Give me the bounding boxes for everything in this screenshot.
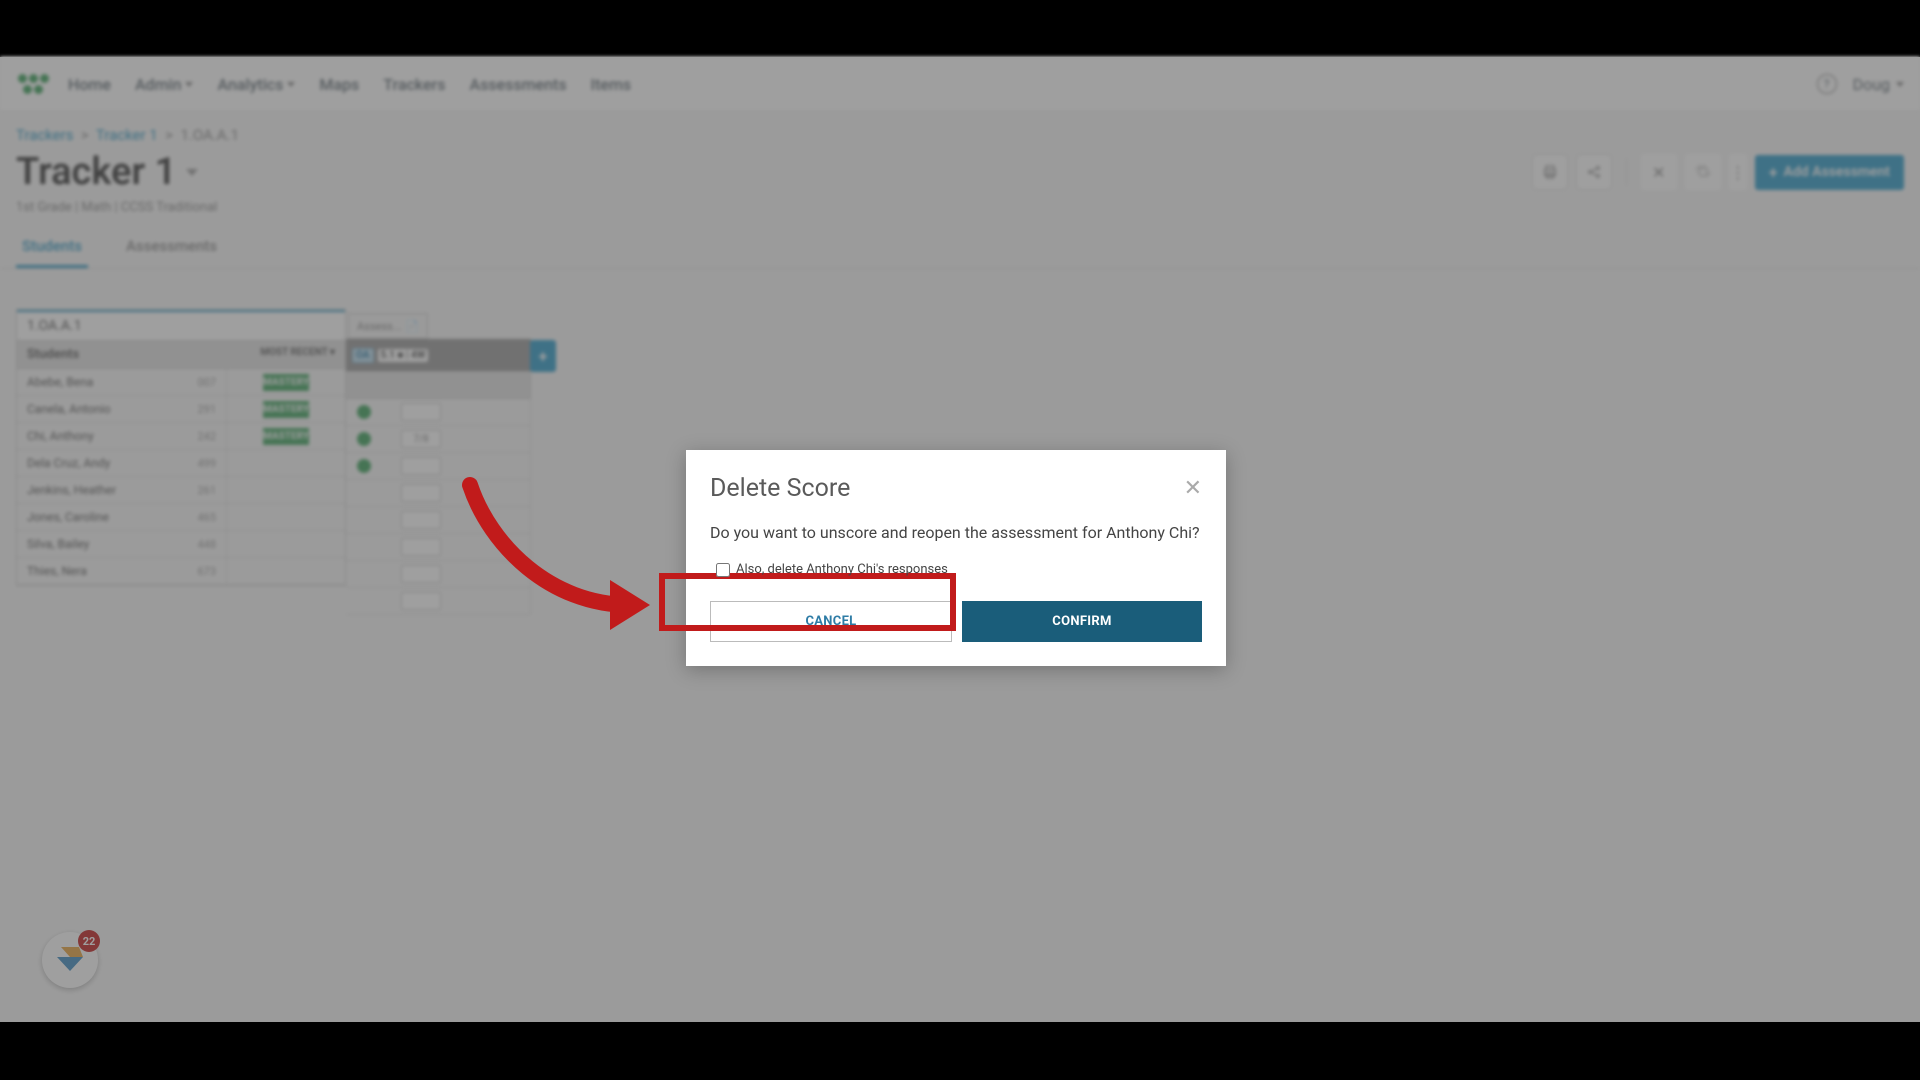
cancel-button[interactable]: CANCEL: [710, 601, 952, 642]
confirm-button[interactable]: CONFIRM: [962, 601, 1202, 642]
delete-responses-checkbox[interactable]: [716, 563, 730, 577]
delete-responses-label: Also, delete Anthony Chi's responses: [736, 562, 948, 577]
delete-responses-checkbox-row[interactable]: Also, delete Anthony Chi's responses: [710, 556, 1202, 583]
delete-score-modal: Delete Score ✕ Do you want to unscore an…: [686, 450, 1226, 666]
modal-title: Delete Score: [710, 474, 850, 503]
modal-message: Do you want to unscore and reopen the as…: [710, 521, 1202, 544]
close-icon[interactable]: ✕: [1184, 476, 1202, 501]
